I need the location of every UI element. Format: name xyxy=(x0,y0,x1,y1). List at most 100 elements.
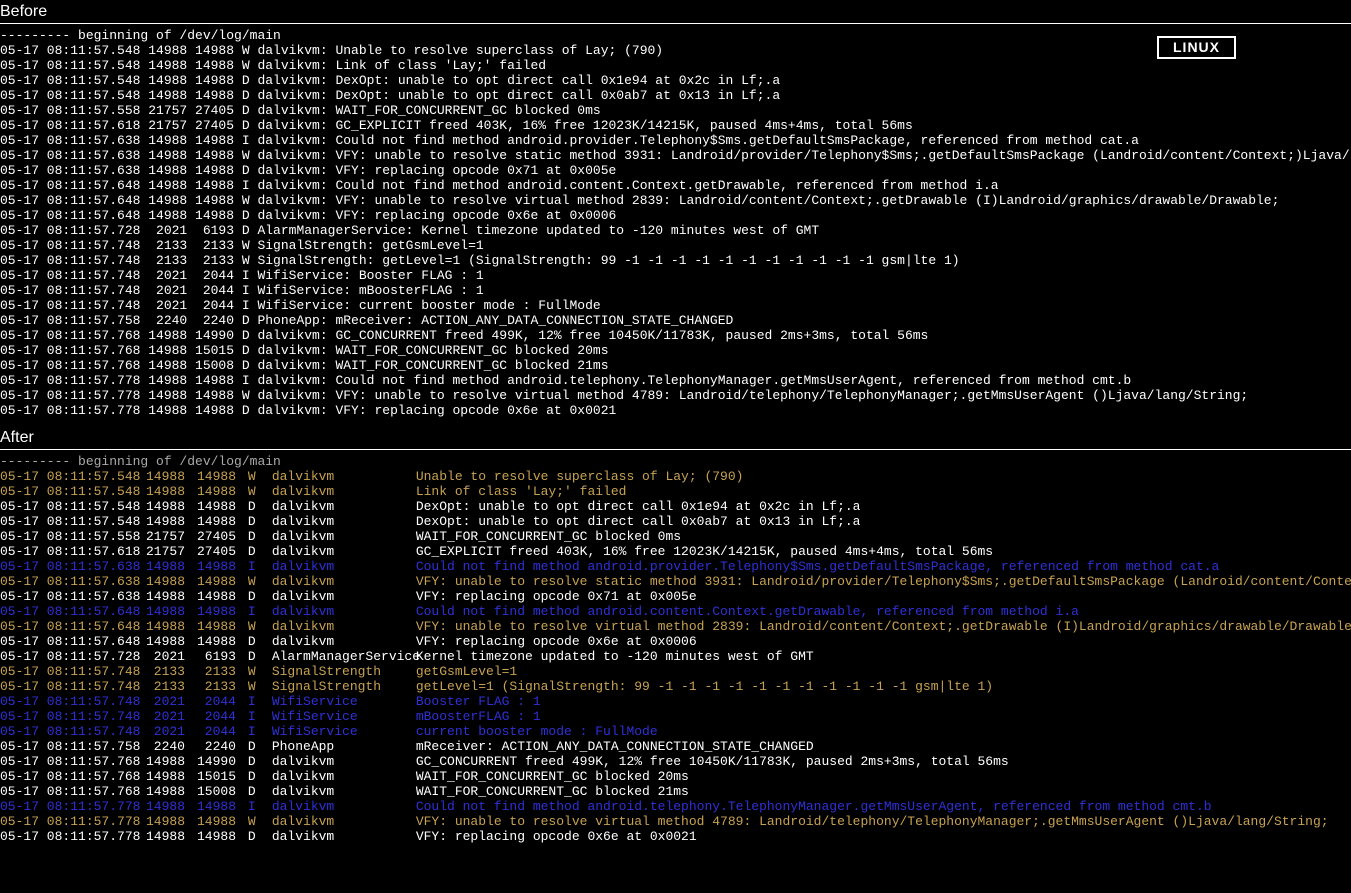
log-message: VFY: replacing opcode 0x71 at 0x005e xyxy=(416,589,697,604)
log-line: 05-17 08:11:57.768 14988 15015 D dalvikv… xyxy=(0,343,1351,358)
log-timestamp: 05-17 08:11:57.748 xyxy=(0,709,130,724)
log-timestamp: 05-17 08:11:57.638 xyxy=(0,589,130,604)
log-pid: 14988 xyxy=(130,514,185,529)
log-tid: 6193 xyxy=(185,649,240,664)
log-line: 05-17 08:11:57.648 14988 14988 W dalvikv… xyxy=(0,193,1351,208)
log-level: W xyxy=(248,469,266,484)
log-pid: 2133 xyxy=(130,679,185,694)
log-line: 05-17 08:11:57.748 2133 2133 W SignalStr… xyxy=(0,238,1351,253)
log-timestamp: 05-17 08:11:57.748 xyxy=(0,664,130,679)
log-tag: dalvikvm xyxy=(266,784,416,799)
divider xyxy=(0,23,1351,24)
log-timestamp: 05-17 08:11:57.748 xyxy=(0,724,130,739)
log-level: I xyxy=(248,559,266,574)
log-line: 05-17 08:11:57.5481498814988 WdalvikvmUn… xyxy=(0,469,1351,484)
log-tid: 14988 xyxy=(185,559,240,574)
log-message: DexOpt: unable to opt direct call 0x0ab7… xyxy=(416,514,861,529)
log-pid: 14988 xyxy=(130,619,185,634)
log-line: 05-17 08:11:57.648 14988 14988 D dalvikv… xyxy=(0,208,1351,223)
log-tid: 14988 xyxy=(185,799,240,814)
linux-badge: LINUX xyxy=(1157,36,1236,59)
log-pid: 2240 xyxy=(130,739,185,754)
log-tid: 14988 xyxy=(185,604,240,619)
log-pid: 21757 xyxy=(130,529,185,544)
log-tag: dalvikvm xyxy=(266,484,416,499)
log-pid: 14988 xyxy=(130,589,185,604)
log-tag: dalvikvm xyxy=(266,829,416,844)
log-timestamp: 05-17 08:11:57.778 xyxy=(0,799,130,814)
log-level: D xyxy=(248,739,266,754)
log-level: D xyxy=(248,514,266,529)
log-pid: 14988 xyxy=(130,634,185,649)
log-line: 05-17 08:11:57.778 14988 14988 I dalvikv… xyxy=(0,373,1351,388)
log-tag: dalvikvm xyxy=(266,769,416,784)
log-tag: AlarmManagerService xyxy=(266,649,416,664)
log-timestamp: 05-17 08:11:57.778 xyxy=(0,814,130,829)
log-tid: 2044 xyxy=(185,724,240,739)
log-level: D xyxy=(248,784,266,799)
log-tag: dalvikvm xyxy=(266,559,416,574)
log-pid: 14988 xyxy=(130,829,185,844)
log-message: VFY: unable to resolve virtual method 47… xyxy=(416,814,1329,829)
log-line: 05-17 08:11:57.74820212044 IWifiServicec… xyxy=(0,724,1351,739)
log-line: 05-17 08:11:57.7681498814990 DdalvikvmGC… xyxy=(0,754,1351,769)
log-line: 05-17 08:11:57.548 14988 14988 D dalvikv… xyxy=(0,88,1351,103)
log-message: VFY: replacing opcode 0x6e at 0x0006 xyxy=(416,634,697,649)
log-pid: 2021 xyxy=(130,709,185,724)
log-tag: dalvikvm xyxy=(266,799,416,814)
after-section: After --------- beginning of /dev/log/ma… xyxy=(0,426,1351,844)
log-line: 05-17 08:11:57.5481498814988 DdalvikvmDe… xyxy=(0,499,1351,514)
after-log: --------- beginning of /dev/log/main05-1… xyxy=(0,454,1351,844)
log-line: 05-17 08:11:57.768 14988 15008 D dalvikv… xyxy=(0,358,1351,373)
log-tid: 14988 xyxy=(185,589,240,604)
log-tag: SignalStrength xyxy=(266,664,416,679)
log-level: W xyxy=(248,574,266,589)
log-header: --------- beginning of /dev/log/main xyxy=(0,454,1351,469)
log-tag: dalvikvm xyxy=(266,574,416,589)
log-tid: 2044 xyxy=(185,694,240,709)
log-tag: WifiService xyxy=(266,694,416,709)
log-timestamp: 05-17 08:11:57.748 xyxy=(0,679,130,694)
log-line: 05-17 08:11:57.748 2021 2044 I WifiServi… xyxy=(0,268,1351,283)
log-message: GC_EXPLICIT freed 403K, 16% free 12023K/… xyxy=(416,544,993,559)
log-tag: dalvikvm xyxy=(266,604,416,619)
log-message: WAIT_FOR_CONCURRENT_GC blocked 0ms xyxy=(416,529,681,544)
log-pid: 2021 xyxy=(130,724,185,739)
log-message: Could not find method android.telephony.… xyxy=(416,799,1212,814)
log-timestamp: 05-17 08:11:57.748 xyxy=(0,694,130,709)
log-level: I xyxy=(248,709,266,724)
log-level: D xyxy=(248,829,266,844)
log-line: 05-17 08:11:57.6182175727405 DdalvikvmGC… xyxy=(0,544,1351,559)
log-line: 05-17 08:11:57.748 2021 2044 I WifiServi… xyxy=(0,298,1351,313)
log-level: D xyxy=(248,589,266,604)
log-line: 05-17 08:11:57.74820212044 IWifiServicem… xyxy=(0,709,1351,724)
log-level: W xyxy=(248,619,266,634)
log-tag: PhoneApp xyxy=(266,739,416,754)
log-timestamp: 05-17 08:11:57.648 xyxy=(0,619,130,634)
log-message: GC_CONCURRENT freed 499K, 12% free 10450… xyxy=(416,754,1009,769)
before-title: Before xyxy=(0,0,1351,23)
log-tid: 14988 xyxy=(185,469,240,484)
log-message: Unable to resolve superclass of Lay; (79… xyxy=(416,469,744,484)
log-pid: 2021 xyxy=(130,694,185,709)
log-message: VFY: unable to resolve virtual method 28… xyxy=(416,619,1351,634)
log-pid: 14988 xyxy=(130,784,185,799)
log-message: WAIT_FOR_CONCURRENT_GC blocked 20ms xyxy=(416,769,689,784)
log-pid: 14988 xyxy=(130,814,185,829)
log-message: getGsmLevel=1 xyxy=(416,664,517,679)
log-pid: 2021 xyxy=(130,649,185,664)
log-level: I xyxy=(248,799,266,814)
log-line: 05-17 08:11:57.748 2021 2044 I WifiServi… xyxy=(0,283,1351,298)
log-message: Link of class 'Lay;' failed xyxy=(416,484,627,499)
log-line: 05-17 08:11:57.728 2021 6193 D AlarmMana… xyxy=(0,223,1351,238)
log-message: WAIT_FOR_CONCURRENT_GC blocked 21ms xyxy=(416,784,689,799)
after-title: After xyxy=(0,426,1351,449)
log-tid: 14988 xyxy=(185,574,240,589)
log-pid: 14988 xyxy=(130,769,185,784)
log-pid: 14988 xyxy=(130,499,185,514)
log-tid: 27405 xyxy=(185,544,240,559)
log-pid: 14988 xyxy=(130,799,185,814)
log-level: D xyxy=(248,754,266,769)
log-tid: 14988 xyxy=(185,484,240,499)
log-header: --------- beginning of /dev/log/main xyxy=(0,28,1351,43)
